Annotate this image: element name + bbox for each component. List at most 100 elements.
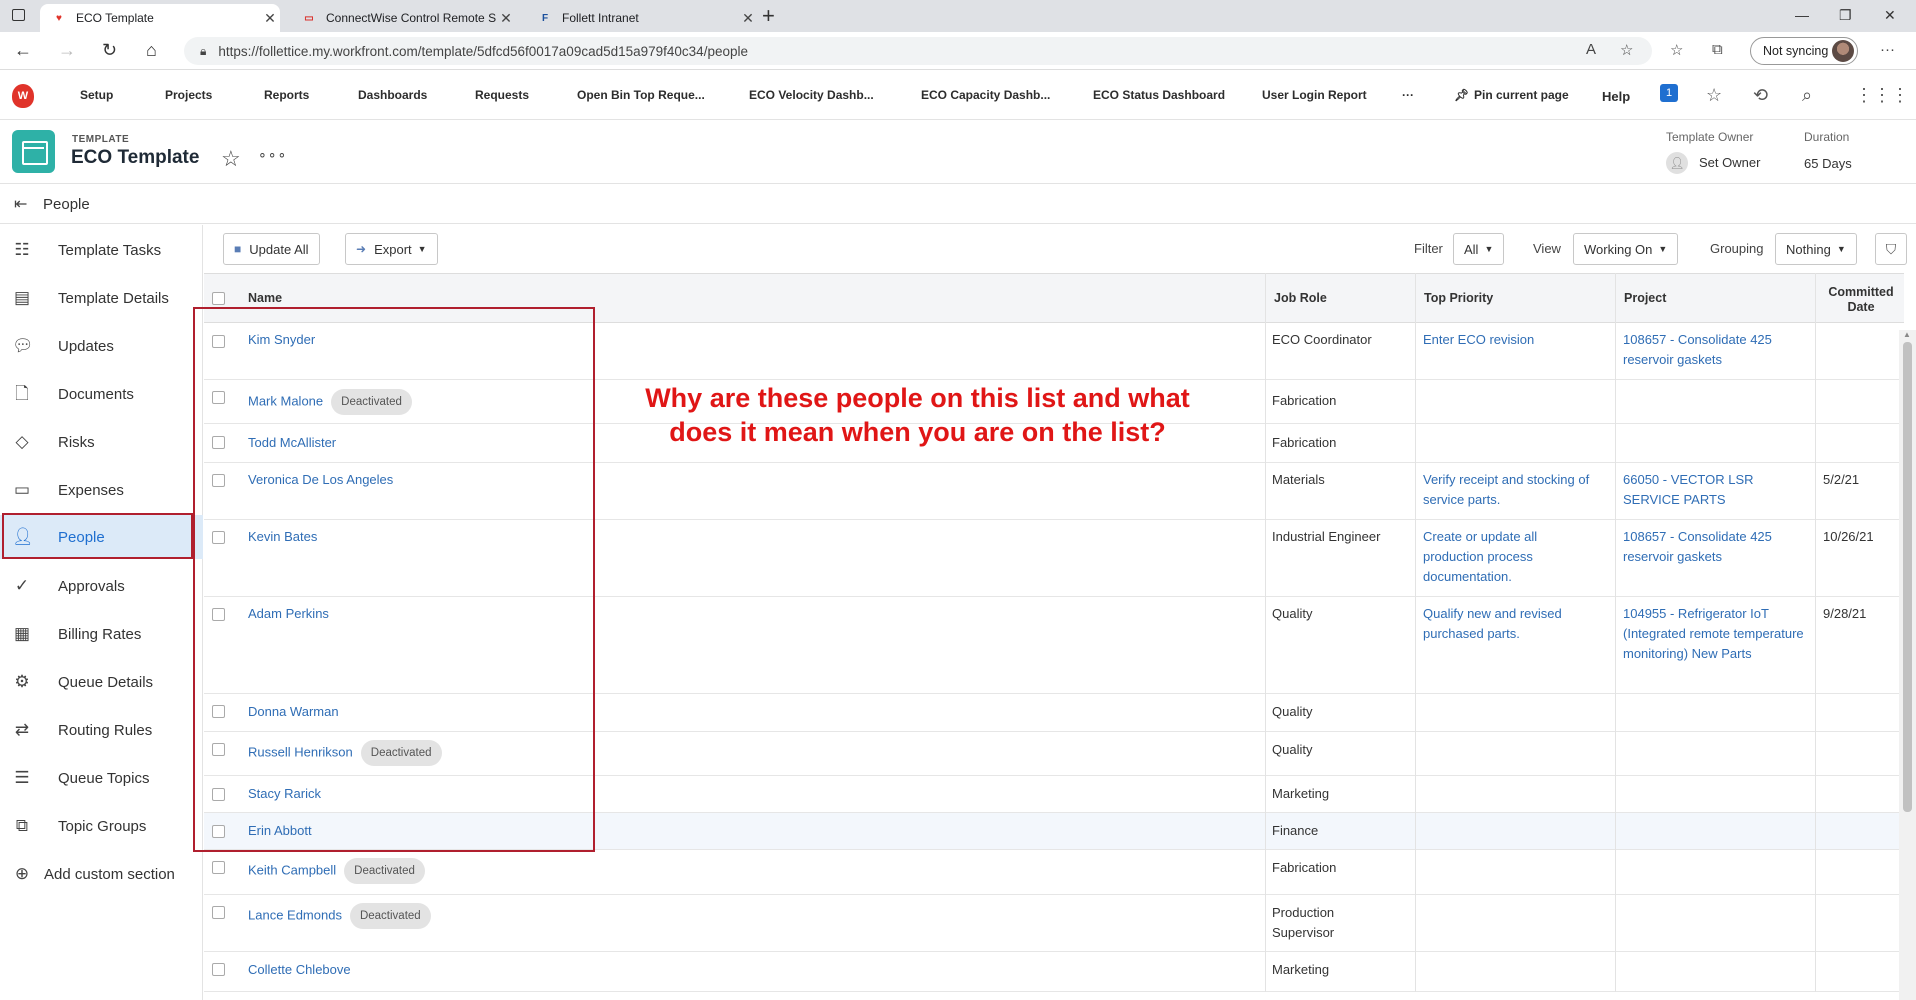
sidebar-item-template-tasks[interactable]: ☷ Template Tasks (0, 228, 203, 272)
sidebar-item-queue-topics[interactable]: ☰ Queue Topics (0, 756, 203, 800)
new-tab-icon[interactable]: + (762, 4, 775, 28)
profile-avatar (1832, 40, 1854, 62)
column-header-job-role[interactable]: Job Role (1274, 291, 1327, 305)
nav-open-bin-top-requests[interactable]: Open Bin Top Reque... (577, 88, 705, 102)
table-row[interactable]: Lance Edmonds Deactivated Production Supe… (204, 895, 1904, 952)
filter-funnel-icon[interactable]: ⛉ (1875, 233, 1907, 265)
column-header-top-priority[interactable]: Top Priority (1424, 291, 1493, 305)
favorite-star-icon[interactable]: ☆ (221, 146, 241, 172)
filter-label: Filter (1414, 241, 1443, 256)
grouping-select[interactable]: Nothing ▼ (1775, 233, 1857, 265)
url-field[interactable]: 🔒︎ https://follettice.my.workfront.com/t… (184, 37, 1652, 65)
browser-menu-icon[interactable]: ··· (1880, 41, 1895, 58)
scrollbar-thumb[interactable] (1903, 342, 1912, 812)
nav-requests[interactable]: Requests (475, 88, 529, 102)
history-icon[interactable]: ⟲ (1753, 85, 1768, 106)
scroll-up-icon[interactable]: ▲ (1903, 330, 1911, 339)
job-role: ECO Coordinator (1272, 332, 1372, 347)
nav-reports[interactable]: Reports (264, 88, 309, 102)
profile-sync-button[interactable]: Not syncing (1750, 37, 1858, 65)
notification-badge[interactable]: 1 (1660, 84, 1678, 102)
update-all-button[interactable]: ■ Update All (223, 233, 320, 265)
job-role: Quality (1272, 742, 1313, 757)
sidebar-item-topic-groups[interactable]: ⧉ Topic Groups (0, 804, 203, 848)
browser-tab[interactable]: F Follett Intranet ✕ (526, 4, 758, 32)
routing-icon: ⇄ (14, 720, 30, 739)
sidebar-item-queue-details[interactable]: ⚙︎ Queue Details (0, 660, 203, 704)
column-header-committed-date[interactable]: Committed Date (1821, 285, 1901, 315)
sidebar-item-approvals[interactable]: ✓ Approvals (0, 564, 203, 608)
person-name-link[interactable]: Collette Chlebove (248, 960, 351, 980)
back-icon[interactable]: ← (14, 40, 32, 60)
column-header-project[interactable]: Project (1624, 291, 1666, 305)
project-link[interactable]: 108657 - Consolidate 425 reservoir gaske… (1623, 330, 1813, 370)
close-tab-icon[interactable]: ✕ (738, 10, 758, 27)
row-checkbox[interactable] (212, 906, 225, 919)
project-link[interactable]: 66050 - VECTOR LSR SERVICE PARTS (1623, 470, 1783, 510)
favorites-icon[interactable]: ☆ (1670, 41, 1683, 59)
table-row[interactable]: Keith Campbell Deactivated Fabrication (204, 850, 1904, 895)
close-window-icon[interactable]: ✕ (1884, 7, 1896, 24)
sidebar-item-risks[interactable]: ◇ Risks (0, 420, 203, 464)
browser-tab[interactable]: ♥ ECO Template ✕ (40, 4, 280, 32)
more-options-icon[interactable]: ∘∘∘ (258, 146, 287, 163)
row-checkbox[interactable] (212, 963, 225, 976)
project-link[interactable]: 104955 - Refrigerator IoT (Integrated re… (1623, 604, 1813, 664)
sidebar-add-custom-section[interactable]: ⊕ Add custom section (0, 852, 203, 896)
lock-icon: 🔒︎ (200, 43, 207, 58)
person-name-link[interactable]: Lance Edmonds (248, 907, 342, 922)
committed-date: 5/2/21 (1823, 472, 1860, 487)
filter-select[interactable]: All ▼ (1453, 233, 1505, 265)
collapse-panel-icon[interactable]: ⇤ (14, 194, 27, 214)
sidebar-item-template-details[interactable]: ▤ Template Details (0, 276, 203, 320)
pin-current-page-button[interactable]: Pin current page (1474, 88, 1569, 102)
nav-eco-capacity-dashboard[interactable]: ECO Capacity Dashb... (921, 88, 1050, 102)
home-icon[interactable]: ⌂ (146, 40, 157, 60)
nav-dashboards[interactable]: Dashboards (358, 88, 427, 102)
column-header-name[interactable]: Name (248, 291, 282, 305)
top-priority-link[interactable]: Qualify new and revised purchased parts. (1423, 604, 1613, 644)
nav-projects[interactable]: Projects (165, 88, 212, 102)
view-select[interactable]: Working On ▼ (1573, 233, 1679, 265)
favorites-star-icon[interactable]: ☆ (1706, 85, 1722, 106)
minimize-icon[interactable]: — (1795, 7, 1809, 23)
close-tab-icon[interactable]: ✕ (260, 10, 280, 27)
favorite-add-icon[interactable]: ☆ (1620, 41, 1633, 59)
sidebar-item-billing-rates[interactable]: ▦ Billing Rates (0, 612, 203, 656)
row-checkbox[interactable] (212, 861, 225, 874)
restore-icon[interactable]: ❐ (1839, 7, 1852, 24)
table-row[interactable]: Collette Chlebove Marketing (204, 952, 1904, 992)
top-priority-link[interactable]: Enter ECO revision (1423, 330, 1613, 350)
window-menu-icon[interactable] (12, 9, 25, 21)
nav-more[interactable]: ··· (1402, 88, 1414, 102)
person-name-link[interactable]: Keith Campbell (248, 862, 336, 877)
nav-setup[interactable]: Setup (80, 88, 113, 102)
help-link[interactable]: Help (1602, 89, 1630, 104)
browser-tab[interactable]: ▭ ConnectWise Control Remote Su ✕ (290, 4, 516, 32)
duration-value: 65 Days (1804, 156, 1852, 171)
forward-icon[interactable]: → (58, 40, 76, 60)
workfront-logo-icon[interactable]: W (12, 84, 34, 108)
collections-icon[interactable]: ⧉ (1712, 41, 1723, 58)
nav-eco-status-dashboard[interactable]: ECO Status Dashboard (1093, 88, 1225, 102)
sidebar-item-documents[interactable]: 🗋︎ Documents (0, 372, 203, 416)
top-priority-link[interactable]: Create or update all production process … (1423, 527, 1573, 587)
pin-icon[interactable]: 📌︎ (1454, 88, 1469, 102)
top-priority-link[interactable]: Verify receipt and stocking of service p… (1423, 470, 1613, 510)
export-button[interactable]: ➜ Export ▼ (345, 233, 438, 265)
apps-grid-icon[interactable]: ⋮⋮⋮ (1855, 85, 1909, 106)
set-owner-link[interactable]: Set Owner (1699, 155, 1760, 170)
sidebar-item-routing-rules[interactable]: ⇄ Routing Rules (0, 708, 203, 752)
sidebar-item-updates[interactable]: 💬︎ Updates (0, 324, 203, 368)
search-icon[interactable]: ⌕ (1802, 85, 1812, 106)
read-aloud-icon[interactable]: A (1586, 41, 1596, 58)
refresh-icon[interactable]: ↻ (102, 40, 117, 60)
select-all-checkbox[interactable] (212, 292, 225, 305)
sidebar-item-expenses[interactable]: ▭ Expenses (0, 468, 203, 512)
nav-eco-velocity-dashboard[interactable]: ECO Velocity Dashb... (749, 88, 874, 102)
vertical-scrollbar[interactable]: ▲ (1899, 330, 1916, 1000)
nav-user-login-report[interactable]: User Login Report (1262, 88, 1367, 102)
committed-date: 9/28/21 (1823, 606, 1867, 621)
project-link[interactable]: 108657 - Consolidate 425 reservoir gaske… (1623, 527, 1813, 567)
close-tab-icon[interactable]: ✕ (496, 10, 516, 27)
